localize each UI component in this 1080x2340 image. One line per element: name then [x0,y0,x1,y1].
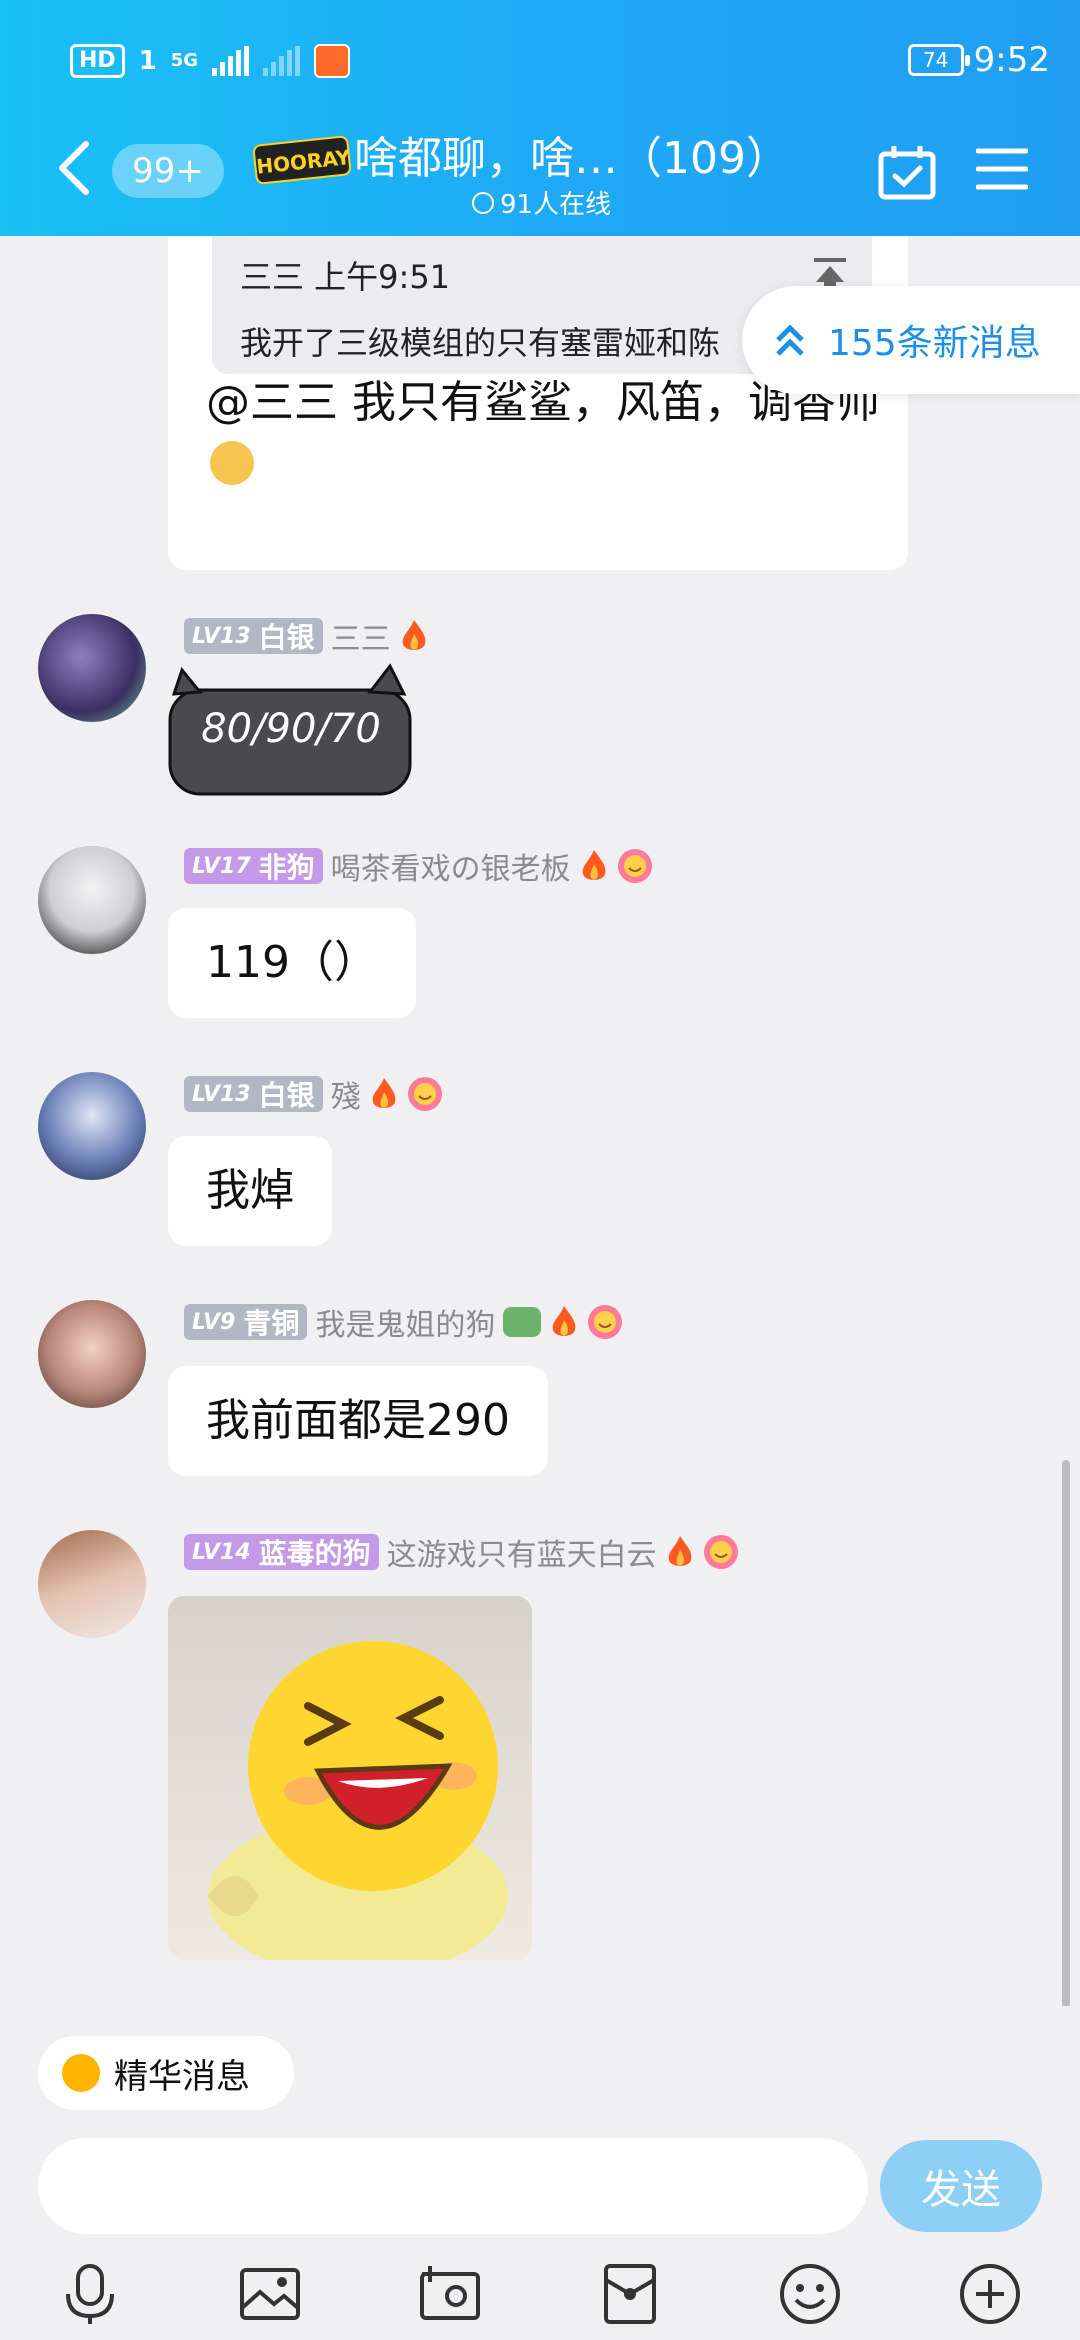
level-badge: LV13 白银 [184,1076,323,1112]
message-bubble[interactable]: 我焯 [168,1136,332,1246]
sender-name[interactable]: 三三 [331,614,391,658]
input-toolbar [0,2252,1080,2340]
sender-name[interactable]: 这游戏只有蓝天白云 [387,1530,657,1574]
chat-area[interactable]: 三三 上午9:51 我开了三级模组的只有塞雷娅和陈 @三三 我只有鲨鲨，风笛，调… [0,236,1080,2006]
group-title[interactable]: 啥都聊，啥…（109） [354,122,790,186]
message-text: 我焯 [206,1165,294,1216]
battery-icon: 74 [907,44,970,76]
camera-icon[interactable] [418,2262,482,2326]
back-arrow-icon[interactable] [52,138,96,198]
group-logo: HOORAY [252,135,352,185]
flame-icon [402,620,426,650]
essence-label: 精华消息 [114,2056,250,2097]
online-check-icon [472,191,494,214]
flame-icon [553,1306,576,1336]
level-number: LV13 [192,623,251,649]
laughing-face-icon [208,1641,508,1960]
sticker-text: 80/90/70 [201,706,381,752]
level-number: LV17 [192,853,251,879]
laughing-emoji-image[interactable] [168,1596,532,1960]
message-sender: LV14 蓝毒的狗 这游戏只有蓝天白云 [184,1530,739,1574]
level-badge: LV13 白银 [184,618,323,654]
avatar[interactable] [38,614,146,722]
message-sender: LV13 白银 殘 [184,1072,443,1116]
avatar[interactable] [38,1530,146,1638]
unread-badge[interactable]: 99+ [112,144,224,198]
essence-messages-button[interactable]: 精华消息 [38,2036,294,2110]
message-sender: LV17 非狗 喝茶看戏の银老板 [184,844,653,888]
level-title: 白银 [258,621,315,654]
status-bar: HD 1 5G 74 9:52 [0,0,1080,110]
avatar[interactable] [38,1300,146,1408]
level-title: 白银 [258,1079,315,1112]
dog-emoji-icon [210,441,254,485]
signal-icon [212,46,250,76]
cat-sticker[interactable]: 80/90/70 [164,662,418,802]
smile-badge-icon [588,1305,623,1339]
level-badge: LV17 非狗 [184,848,323,884]
plus-circle-icon[interactable] [958,2262,1022,2326]
level-badge: LV9 青铜 [184,1304,308,1340]
image-icon[interactable] [238,2262,302,2326]
message-bubble[interactable]: 119（） [168,908,416,1018]
flame-icon [372,1078,396,1108]
sender-name[interactable]: 殘 [331,1072,361,1116]
message-bubble[interactable]: 我前面都是290 [168,1366,548,1476]
level-title: 蓝毒的狗 [258,1537,371,1570]
level-badge: LV14 蓝毒的狗 [184,1534,379,1570]
smile-badge-icon [407,1077,442,1111]
level-title: 非狗 [258,851,315,884]
online-count: 91人在线 [500,190,612,220]
message-sender: LV9 青铜 我是鬼姐的狗 [184,1300,623,1344]
level-number: LV9 [192,1309,236,1335]
level-title: 青铜 [243,1307,300,1340]
new-messages-label: 155条新消息 [828,323,1041,364]
send-button[interactable]: 发送 [880,2140,1042,2232]
double-chevron-up-icon [776,324,804,356]
online-status: 91人在线 [472,184,611,221]
menu-icon[interactable] [976,146,1028,192]
message-text: 我前面都是290 [206,1395,510,1446]
taobao-notification-icon [314,44,351,78]
message-sender: LV13 白银 三三 [184,614,429,658]
quoted-sender-time: 三三 上午9:51 [240,258,451,296]
nav-bar: 99+ HOORAY 啥都聊，啥…（109） 91人在线 [0,110,1080,236]
avatar[interactable] [38,846,146,954]
signal-2-icon [263,46,301,76]
sim-label: 1 [138,46,157,76]
level-number: LV14 [192,1539,251,1565]
hd-badge: HD [70,44,125,78]
header: HD 1 5G 74 9:52 99+ HOORAY 啥都聊，啥…（109） 9… [0,0,1080,236]
sender-name[interactable]: 我是鬼姐的狗 [315,1300,495,1344]
smile-badge-icon [703,1535,738,1569]
smile-badge-icon [617,849,652,883]
network-label: 5G [170,50,199,71]
flame-drop-icon [62,2054,100,2092]
composer-area: 精华消息 发送 [0,2006,1080,2340]
chat-scrollbar[interactable] [1062,1460,1070,2008]
message-input[interactable] [38,2138,868,2234]
message-text: 119（） [206,937,378,988]
flame-icon [582,850,606,880]
level-number: LV13 [192,1081,251,1107]
sender-name[interactable]: 喝茶看戏の银老板 [331,844,571,888]
avatar[interactable] [38,1072,146,1180]
red-packet-icon[interactable] [598,2262,662,2326]
clock: 9:52 [973,40,1050,80]
emoji-icon[interactable] [778,2262,842,2326]
calendar-check-icon[interactable] [878,144,936,200]
flame-icon [668,1536,692,1566]
dragon-badge-icon [503,1307,542,1337]
new-messages-button[interactable]: 155条新消息 [742,286,1080,394]
microphone-icon[interactable] [58,2262,122,2326]
